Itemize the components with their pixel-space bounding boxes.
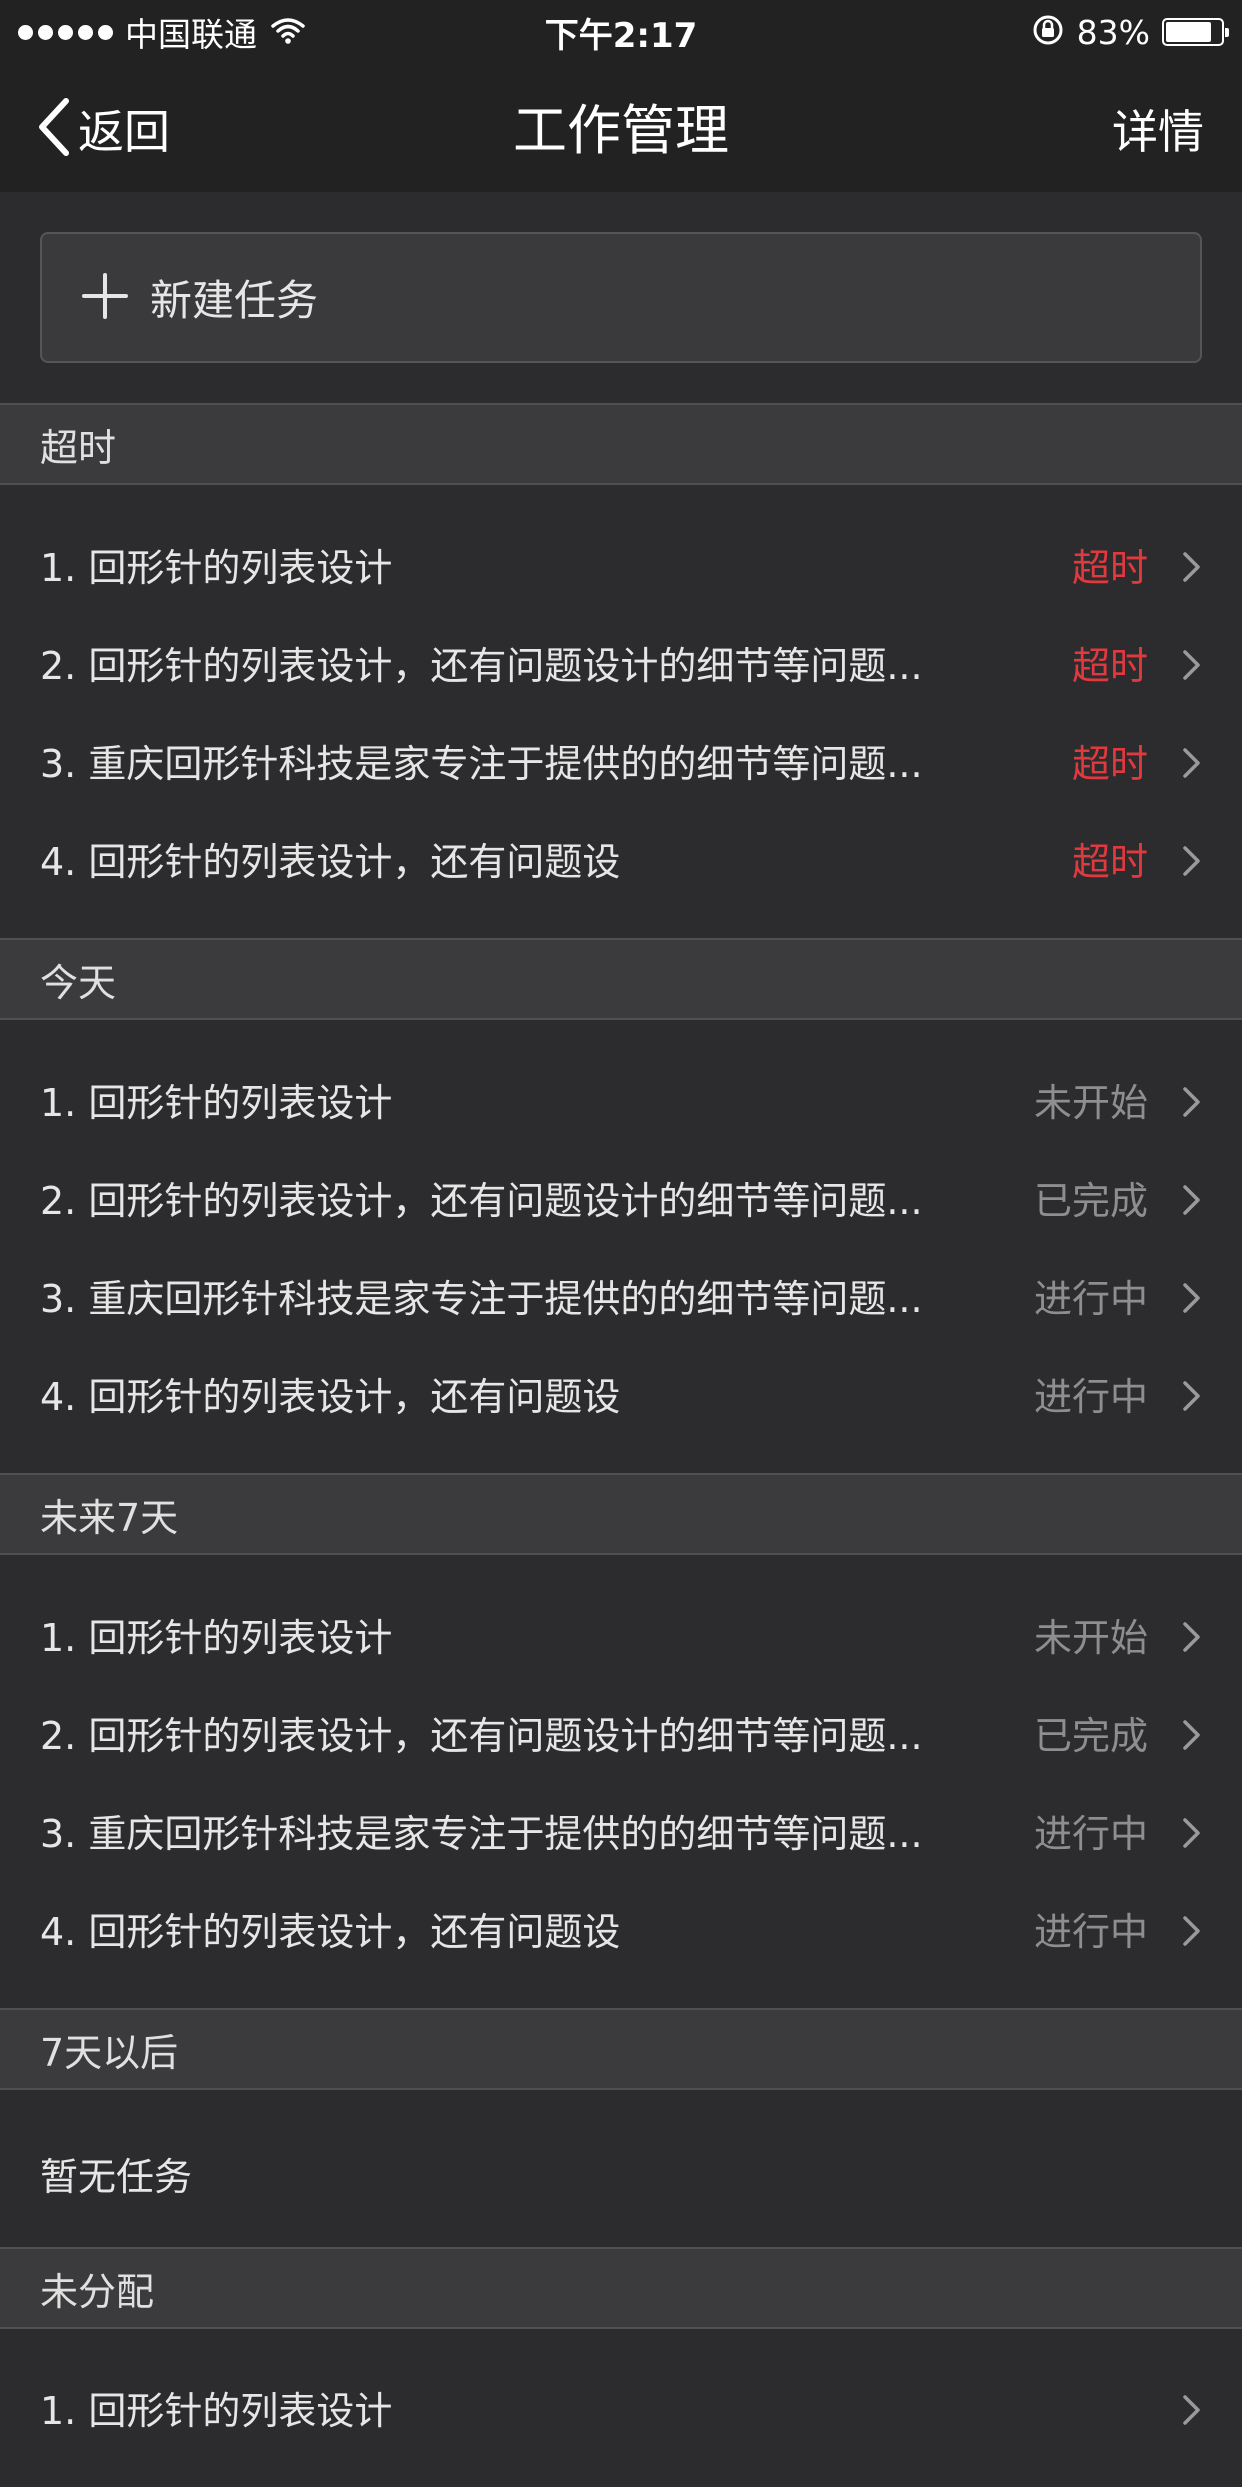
task-title: 4. 回形针的列表设计，还有问题设 — [40, 839, 621, 884]
list-item[interactable]: 2. 回形针的列表设计，还有问题设计的细节等问题... 已完成 — [0, 1683, 1242, 1781]
list-item[interactable]: 3. 重庆回形针科技是家专注于提供的的细节等问题... 超时 — [0, 711, 1242, 809]
task-title: 3. 重庆回形针科技是家专注于提供的的细节等问题... — [40, 1811, 923, 1856]
section-header-after-7-days: 7天以后 — [0, 2008, 1242, 2090]
status-right: 83% — [1031, 10, 1229, 54]
chevron-right-icon — [1182, 1380, 1202, 1416]
navigation-bar: 返回 工作管理 详情 — [0, 64, 1242, 192]
plus-icon — [82, 272, 128, 323]
list-item[interactable]: 1. 回形针的列表设计 未开始 — [0, 1050, 1242, 1148]
chevron-right-icon — [1182, 1086, 1202, 1122]
section-header-unassigned: 未分配 — [0, 2247, 1242, 2329]
list-item[interactable]: 4. 回形针的列表设计，还有问题设 进行中 — [0, 1879, 1242, 1977]
chevron-right-icon — [1182, 1184, 1202, 1220]
task-title: 1. 回形针的列表设计 — [40, 1615, 393, 1660]
list-item[interactable]: 1. 回形针的列表设计 未开始 — [0, 1585, 1242, 1683]
page-title: 工作管理 — [513, 99, 729, 162]
detail-button[interactable]: 详情 — [1112, 94, 1204, 164]
list-item[interactable]: 4. 回形针的列表设计，还有问题设 超时 — [0, 809, 1242, 907]
chevron-right-icon — [1182, 1282, 1202, 1318]
task-title: 1. 回形针的列表设计 — [40, 2388, 393, 2433]
chevron-right-icon — [1182, 747, 1202, 783]
task-title: 4. 回形针的列表设计，还有问题设 — [40, 1374, 621, 1419]
task-status: 进行中 — [1033, 1811, 1148, 1856]
battery-percent: 83% — [1076, 12, 1150, 52]
task-status: 超时 — [1071, 741, 1148, 786]
status-bar: 中国联通 下午2:17 83% — [0, 0, 1242, 64]
task-title: 2. 回形针的列表设计，还有问题设计的细节等问题... — [40, 1713, 923, 1758]
chevron-right-icon — [1182, 649, 1202, 685]
new-task-label: 新建任务 — [150, 276, 319, 325]
section-header-next-7-days: 未来7天 — [0, 1473, 1242, 1555]
list-item[interactable]: 4. 回形针的列表设计，还有问题设 进行中 — [0, 1344, 1242, 1442]
list-item[interactable]: 1. 回形针的列表设计 — [0, 2358, 1242, 2456]
task-title: 2. 回形针的列表设计，还有问题设计的细节等问题... — [40, 643, 923, 688]
task-title: 3. 重庆回形针科技是家专注于提供的的细节等问题... — [40, 1276, 923, 1321]
task-title: 4. 回形针的列表设计，还有问题设 — [40, 1909, 621, 1954]
chevron-right-icon — [1182, 1621, 1202, 1657]
battery-icon — [1162, 18, 1229, 46]
chevron-right-icon — [1182, 1915, 1202, 1951]
task-status: 未开始 — [1033, 1080, 1148, 1125]
task-title: 3. 重庆回形针科技是家专注于提供的的细节等问题... — [40, 741, 923, 786]
empty-state-text: 暂无任务 — [40, 2155, 193, 2199]
task-status: 进行中 — [1033, 1909, 1148, 1954]
section-header-overdue: 超时 — [0, 403, 1242, 485]
chevron-right-icon — [1182, 845, 1202, 881]
new-task-button[interactable]: 新建任务 — [40, 232, 1202, 363]
list-item[interactable]: 1. 回形针的列表设计 超时 — [0, 515, 1242, 613]
task-title: 1. 回形针的列表设计 — [40, 1080, 393, 1125]
task-status: 已完成 — [1033, 1178, 1148, 1223]
rotation-lock-icon — [1031, 13, 1065, 51]
list-item[interactable]: 2. 回形针的列表设计，还有问题设计的细节等问题... 已完成 — [0, 1148, 1242, 1246]
chevron-right-icon — [1182, 1719, 1202, 1755]
task-status: 超时 — [1071, 643, 1148, 688]
chevron-right-icon — [1182, 1817, 1202, 1853]
chevron-right-icon — [1182, 551, 1202, 587]
task-title: 1. 回形针的列表设计 — [40, 545, 393, 590]
task-status: 已完成 — [1033, 1713, 1148, 1758]
list-item[interactable]: 3. 重庆回形针科技是家专注于提供的的细节等问题... 进行中 — [0, 1246, 1242, 1344]
task-status: 进行中 — [1033, 1374, 1148, 1419]
task-status: 进行中 — [1033, 1276, 1148, 1321]
task-title: 2. 回形针的列表设计，还有问题设计的细节等问题... — [40, 1178, 923, 1223]
section-header-today: 今天 — [0, 938, 1242, 1020]
chevron-right-icon — [1182, 2394, 1202, 2430]
task-status: 超时 — [1071, 839, 1148, 884]
task-status: 未开始 — [1033, 1615, 1148, 1660]
list-item[interactable]: 2. 回形针的列表设计，还有问题设计的细节等问题... 超时 — [0, 613, 1242, 711]
list-item[interactable]: 3. 重庆回形针科技是家专注于提供的的细节等问题... 进行中 — [0, 1781, 1242, 1879]
task-status: 超时 — [1071, 545, 1148, 590]
